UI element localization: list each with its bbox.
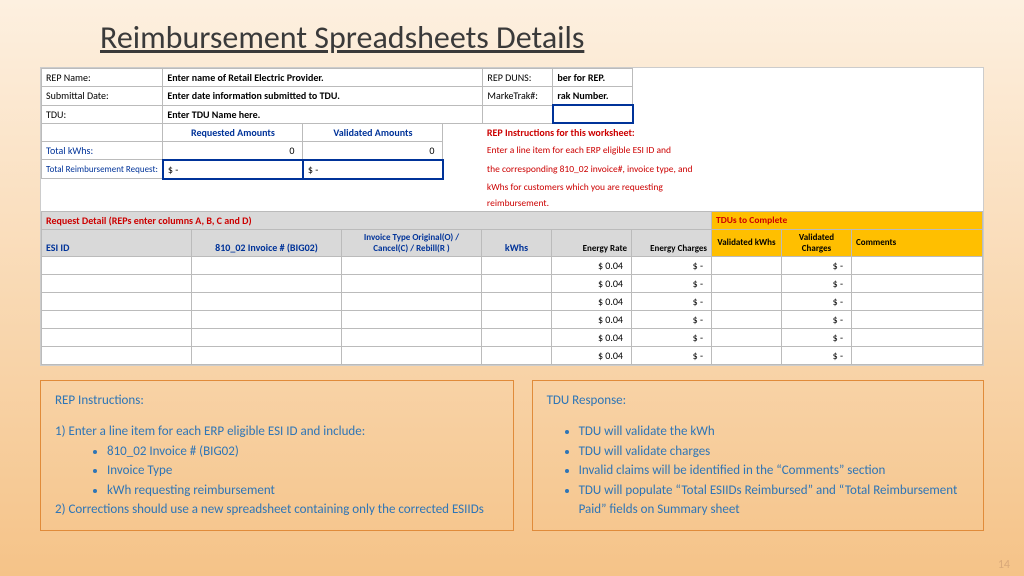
- rep-duns-value: ber for REP.: [553, 69, 633, 87]
- total-kwh-val: 0: [303, 141, 443, 160]
- col-charges: Energy Charges: [632, 229, 712, 256]
- table-row: $ 0.04$ -$ -: [42, 310, 983, 328]
- col-rate: Energy Rate: [552, 229, 632, 256]
- submittal-value: Enter date information submitted to TDU.: [163, 87, 483, 106]
- rep-bullet-1: 810_02 Invoice # (BIG02): [107, 442, 499, 462]
- instr-line-4: reimbursement.: [483, 195, 983, 211]
- table-row: $ 0.04$ -$ -: [42, 256, 983, 274]
- cell-charges: $ -: [632, 256, 712, 274]
- spreadsheet-area: REP Name: Enter name of Retail Electric …: [40, 67, 984, 366]
- cell-rate: $ 0.04: [552, 346, 632, 364]
- tdu-bullet-4: TDU will populate “Total ESIIDs Reimburs…: [579, 481, 969, 520]
- rep-step-1: 1) Enter a line item for each ERP eligib…: [55, 422, 499, 442]
- cell-rate: $ 0.04: [552, 328, 632, 346]
- cell-rate: $ 0.04: [552, 274, 632, 292]
- col-comments: Comments: [852, 229, 983, 256]
- tdu-value: Enter TDU Name here.: [163, 105, 483, 123]
- instructions-header: REP Instructions for this worksheet:: [483, 123, 983, 141]
- info-boxes: REP Instructions: 1) Enter a line item f…: [40, 380, 984, 531]
- tdu-bullet-1: TDU will validate the kWh: [579, 422, 969, 442]
- cell-rate: $ 0.04: [552, 310, 632, 328]
- request-detail-title: Request Detail (REPs enter columns A, B,…: [42, 211, 712, 229]
- table-row: $ 0.04$ -$ -: [42, 328, 983, 346]
- cell-vcharges: $ -: [782, 256, 852, 274]
- cell-charges: $ -: [632, 346, 712, 364]
- table-row: $ 0.04$ -$ -: [42, 346, 983, 364]
- total-kwh-req: 0: [163, 141, 303, 160]
- rep-step-2: 2) Corrections should use a new spreadsh…: [55, 500, 499, 520]
- tdu-complete-title: TDUs to Complete: [712, 211, 983, 229]
- cell-charges: $ -: [632, 292, 712, 310]
- cell-vcharges: $ -: [782, 346, 852, 364]
- page-title: Reimbursement Spreadsheets Details: [0, 0, 1024, 67]
- col-validated-kwh: Validated kWhs: [712, 229, 782, 256]
- total-reimb-val: $ -: [303, 160, 443, 179]
- rep-name-label: REP Name:: [42, 69, 163, 87]
- total-reimb-label: Total Reimbursement Request:: [42, 160, 163, 179]
- requested-amounts-hdr: Requested Amounts: [163, 123, 303, 141]
- page-number: 14: [998, 558, 1010, 572]
- table-row: $ 0.04$ -$ -: [42, 292, 983, 310]
- table-row: $ 0.04$ -$ -: [42, 274, 983, 292]
- tdu-response-box: TDU Response: TDU will validate the kWh …: [532, 380, 984, 531]
- total-reimb-req: $ -: [163, 160, 303, 179]
- cell-vcharges: $ -: [782, 274, 852, 292]
- cell-vcharges: $ -: [782, 328, 852, 346]
- col-kwh: kWhs: [482, 229, 552, 256]
- col-esi: ESI ID: [42, 229, 192, 256]
- cell-charges: $ -: [632, 274, 712, 292]
- rep-name-value: Enter name of Retail Electric Provider.: [163, 69, 483, 87]
- header-table: REP Name: Enter name of Retail Electric …: [41, 68, 983, 211]
- marketrak-label: MarkeTrak#:: [483, 87, 553, 106]
- marketrak-value: rak Number.: [553, 87, 633, 106]
- cell-charges: $ -: [632, 310, 712, 328]
- submittal-label: Submittal Date:: [42, 87, 163, 106]
- rep-bullet-2: Invoice Type: [107, 461, 499, 481]
- instr-line-2: the corresponding 810_02 invoice#, invoi…: [483, 160, 983, 179]
- validated-amounts-hdr: Validated Amounts: [303, 123, 443, 141]
- tdu-bullet-3: Invalid claims will be identified in the…: [579, 461, 969, 481]
- cell-rate: $ 0.04: [552, 292, 632, 310]
- rep-bullet-3: kWh requesting reimbursement: [107, 481, 499, 501]
- cell-charges: $ -: [632, 328, 712, 346]
- rep-instructions-hdr: REP Instructions:: [55, 391, 499, 411]
- tdu-response-hdr: TDU Response:: [547, 391, 969, 411]
- detail-table: Request Detail (REPs enter columns A, B,…: [41, 211, 983, 365]
- tdu-label: TDU:: [42, 105, 163, 123]
- rep-instructions-box: REP Instructions: 1) Enter a line item f…: [40, 380, 514, 531]
- cell-rate: $ 0.04: [552, 256, 632, 274]
- tdu-bullet-2: TDU will validate charges: [579, 442, 969, 462]
- col-invoice-type: Invoice Type Original(O) / Cancel(C) / R…: [342, 229, 482, 256]
- col-invoice: 810_02 Invoice # (BIG02): [192, 229, 342, 256]
- total-kwh-label: Total kWhs:: [42, 141, 163, 160]
- cell-vcharges: $ -: [782, 310, 852, 328]
- cell-vcharges: $ -: [782, 292, 852, 310]
- instr-line-3: kWhs for customers which you are request…: [483, 179, 983, 195]
- col-validated-charges: Validated Charges: [782, 229, 852, 256]
- instr-line-1: Enter a line item for each ERP eligible …: [483, 141, 983, 160]
- rep-duns-label: REP DUNS:: [483, 69, 553, 87]
